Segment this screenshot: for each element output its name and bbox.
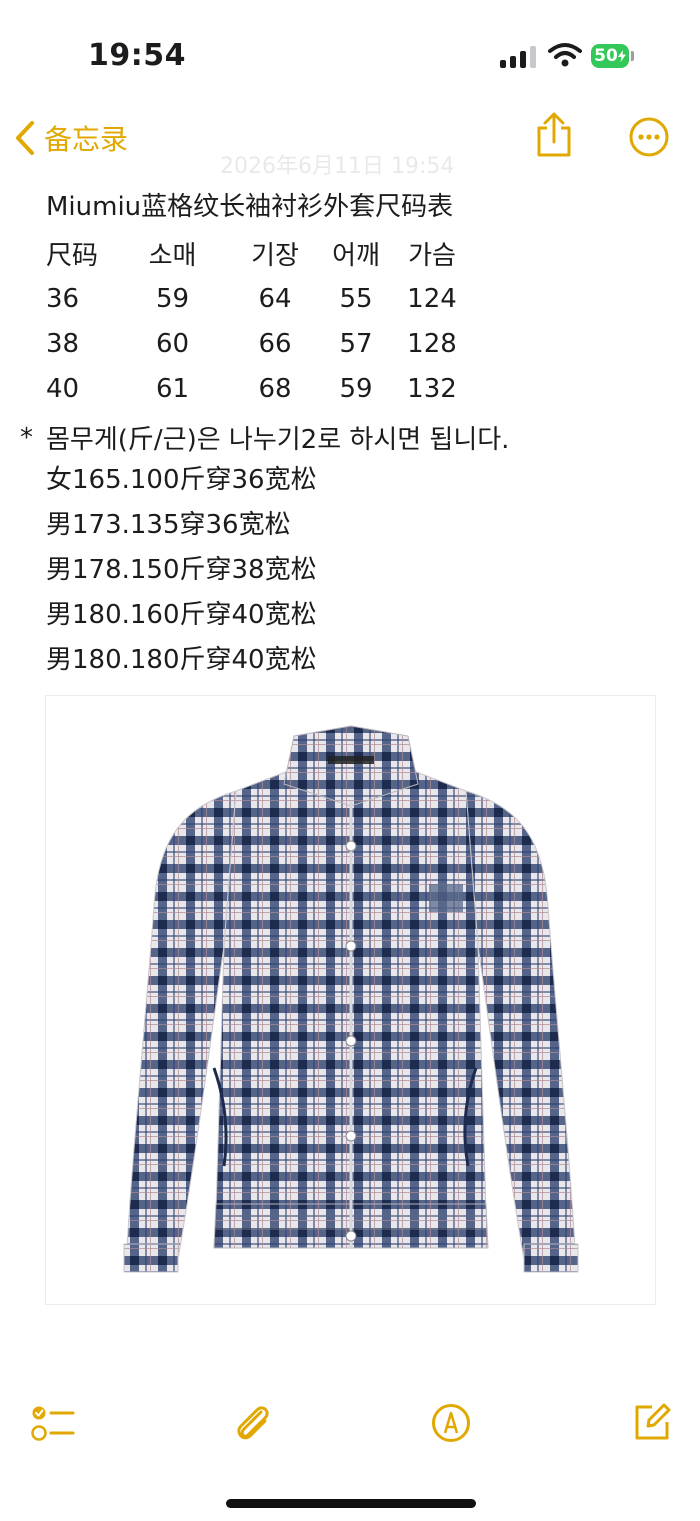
header-cell: 어깨 bbox=[332, 241, 380, 271]
chevron-left-icon bbox=[16, 121, 34, 155]
table-cell: 60 bbox=[155, 328, 190, 359]
battery-cap bbox=[631, 51, 634, 61]
table-cell: 59 bbox=[339, 373, 373, 404]
compose-icon[interactable] bbox=[632, 1402, 672, 1442]
bullet-star: * bbox=[20, 423, 33, 453]
battery-level: 50 bbox=[594, 46, 618, 66]
table-cell: 61 bbox=[155, 373, 190, 404]
checklist-icon[interactable] bbox=[31, 1404, 75, 1442]
recommendation-line[interactable]: 男180.180斤穿40宽松 bbox=[46, 638, 317, 683]
recommendation-line[interactable]: 女165.100斤穿36宽松 bbox=[46, 458, 317, 503]
home-indicator[interactable] bbox=[226, 1499, 476, 1508]
table-row: 40 61 68 59 132 bbox=[46, 366, 467, 411]
table-cell: 57 bbox=[339, 328, 373, 359]
table-header-row: 尺码 소매 기장 어깨 가슴 bbox=[46, 231, 467, 276]
jacket-body bbox=[123, 725, 579, 1273]
table-cell: 124 bbox=[407, 283, 457, 314]
charging-bolt-icon bbox=[617, 50, 626, 62]
table-cell: 66 bbox=[258, 328, 292, 359]
note-date: 2026年6月11日 19:54 bbox=[220, 154, 455, 179]
recommendation-line[interactable]: 男173.135穿36宽松 bbox=[46, 503, 291, 548]
table-cell: 40 bbox=[46, 373, 80, 404]
more-icon[interactable] bbox=[629, 117, 669, 157]
table-cell: 68 bbox=[258, 373, 292, 404]
table-cell: 64 bbox=[258, 283, 292, 314]
table-cell: 128 bbox=[407, 328, 457, 359]
share-icon[interactable] bbox=[535, 112, 573, 158]
markup-pen-icon[interactable] bbox=[431, 1403, 471, 1443]
recommendation-line[interactable]: 男180.160斤穿40宽松 bbox=[46, 593, 317, 638]
header-cell: 가슴 bbox=[408, 241, 456, 271]
table-cell: 55 bbox=[339, 283, 373, 314]
plaid-jacket-illustration bbox=[123, 725, 579, 1273]
table-cell: 38 bbox=[46, 328, 80, 359]
back-label: 备忘录 bbox=[44, 123, 129, 156]
table-row: 38 60 66 57 128 bbox=[46, 321, 467, 366]
status-time: 19:54 bbox=[88, 38, 186, 73]
header-cell: 尺码 bbox=[46, 241, 99, 271]
table-row: 36 59 64 55 124 bbox=[46, 276, 467, 321]
table-cell: 132 bbox=[407, 373, 457, 404]
back-button[interactable]: 备忘录 bbox=[14, 118, 128, 158]
note-title[interactable]: Miumiu蓝格纹长袖衬衫外套尺码表 bbox=[46, 185, 453, 230]
paperclip-icon[interactable] bbox=[233, 1402, 273, 1446]
recommendation-line[interactable]: 男178.150斤穿38宽松 bbox=[46, 548, 317, 593]
battery-indicator: 50 bbox=[591, 44, 629, 68]
table-cell: 36 bbox=[46, 283, 80, 314]
header-cell: 기장 bbox=[251, 241, 299, 271]
wifi-icon bbox=[548, 43, 582, 67]
cellular-signal-icon bbox=[500, 46, 538, 68]
header-cell: 소매 bbox=[148, 241, 197, 271]
product-image[interactable] bbox=[45, 695, 656, 1305]
table-cell: 59 bbox=[155, 283, 190, 314]
size-table[interactable]: 尺码 소매 기장 어깨 가슴 36 59 64 55 124 38 60 66 … bbox=[46, 231, 467, 411]
weight-note[interactable]: 몸무게(斤/근)은 나누기2로 하시면 됩니다. bbox=[46, 418, 509, 463]
